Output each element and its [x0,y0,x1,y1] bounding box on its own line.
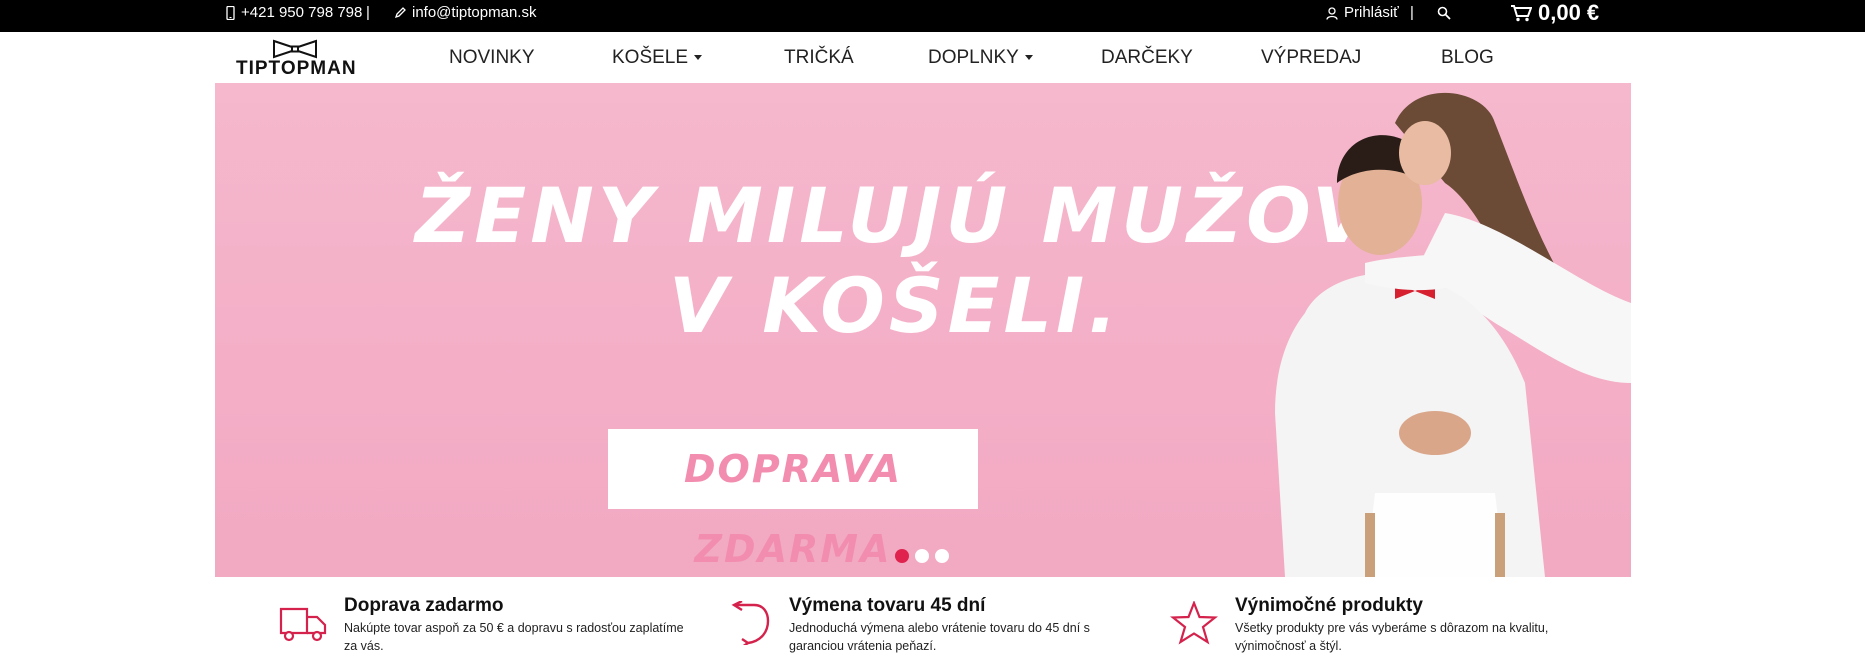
carousel-dot-3[interactable] [935,549,949,563]
free-shipping-cta[interactable]: DOPRAVA ZDARMA [608,429,978,571]
nav-item-blog[interactable]: BLOG [1441,32,1494,83]
nav-item-tricka[interactable]: TRIČKÁ [784,32,854,83]
return-arrow-icon [731,601,770,645]
nav-label: KOŠELE [612,47,689,68]
hero-headline-line2: V KOŠELI. [668,261,1122,350]
email-link[interactable]: info@tiptopman.sk [394,0,536,26]
pencil-icon [394,7,406,19]
nav-item-kosele[interactable]: KOŠELE [612,32,703,83]
feature-description: Všetky produkty pre vás vyberáme s dôraz… [1235,621,1549,653]
couple-photo [1275,92,1631,577]
carousel-dot-1[interactable] [895,549,909,563]
mobile-phone-icon [226,6,235,20]
nav-label: DARČEKY [1101,47,1193,68]
topbar-separator: | [366,4,370,21]
main-navigation: TIPTOPMAN NOVINKY KOŠELE TRIČKÁ DOPLNKY … [0,32,1865,83]
feature-title: Doprava zadarmo [344,595,504,616]
nav-item-darceky[interactable]: DARČEKY [1101,32,1193,83]
cart-total: 0,00 € [1538,0,1600,25]
nav-item-vypredaj[interactable]: VÝPREDAJ [1261,32,1361,83]
user-icon [1326,6,1338,20]
login-label: Prihlásiť [1344,4,1399,21]
carousel-dots [895,549,949,563]
hero-headline: ŽENY MILUJÚ MUŽOV V KOŠELI. [415,171,1375,351]
nav-label: TRIČKÁ [784,47,854,68]
search-button[interactable] [1437,0,1451,26]
site-logo[interactable]: TIPTOPMAN [236,38,357,79]
phone-number: +421 950 798 798 [241,4,363,21]
topbar-separator: | [1410,4,1414,21]
cart-icon [1511,5,1532,22]
login-link[interactable]: Prihlásiť [1326,0,1399,26]
logo-text: TIPTOPMAN [236,58,357,79]
truck-icon [279,607,327,642]
nav-label: NOVINKY [449,47,535,68]
hero-banner[interactable]: ŽENY MILUJÚ MUŽOV V KOŠELI. DOPRAVA ZDAR… [215,83,1631,577]
feature-title: Výnimočné produkty [1235,595,1423,616]
email-address: info@tiptopman.sk [412,4,537,21]
nav-label: BLOG [1441,47,1494,68]
feature-description: Nakúpte tovar aspoň za 50 € a dopravu s … [344,621,684,653]
feature-description: Jednoduchá výmena alebo vrátenie tovaru … [789,621,1090,653]
caret-down-icon [1024,55,1033,61]
nav-item-novinky[interactable]: NOVINKY [449,32,535,83]
bow-tie-icon [273,39,317,59]
carousel-dot-2[interactable] [915,549,929,563]
star-icon [1170,601,1218,645]
nav-item-doplnky[interactable]: DOPLNKY [928,32,1033,83]
hero-headline-line1: ŽENY MILUJÚ MUŽOV [415,171,1375,260]
nav-label: VÝPREDAJ [1261,47,1362,68]
search-icon [1437,6,1451,20]
cart-button[interactable]: 0,00 € [1510,0,1599,26]
feature-title: Výmena tovaru 45 dní [789,595,986,616]
top-bar: +421 950 798 798 | info@tiptopman.sk Pri… [0,0,1865,32]
phone-link[interactable]: +421 950 798 798 [226,0,362,26]
nav-label: DOPLNKY [928,47,1019,68]
caret-down-icon [694,55,703,61]
